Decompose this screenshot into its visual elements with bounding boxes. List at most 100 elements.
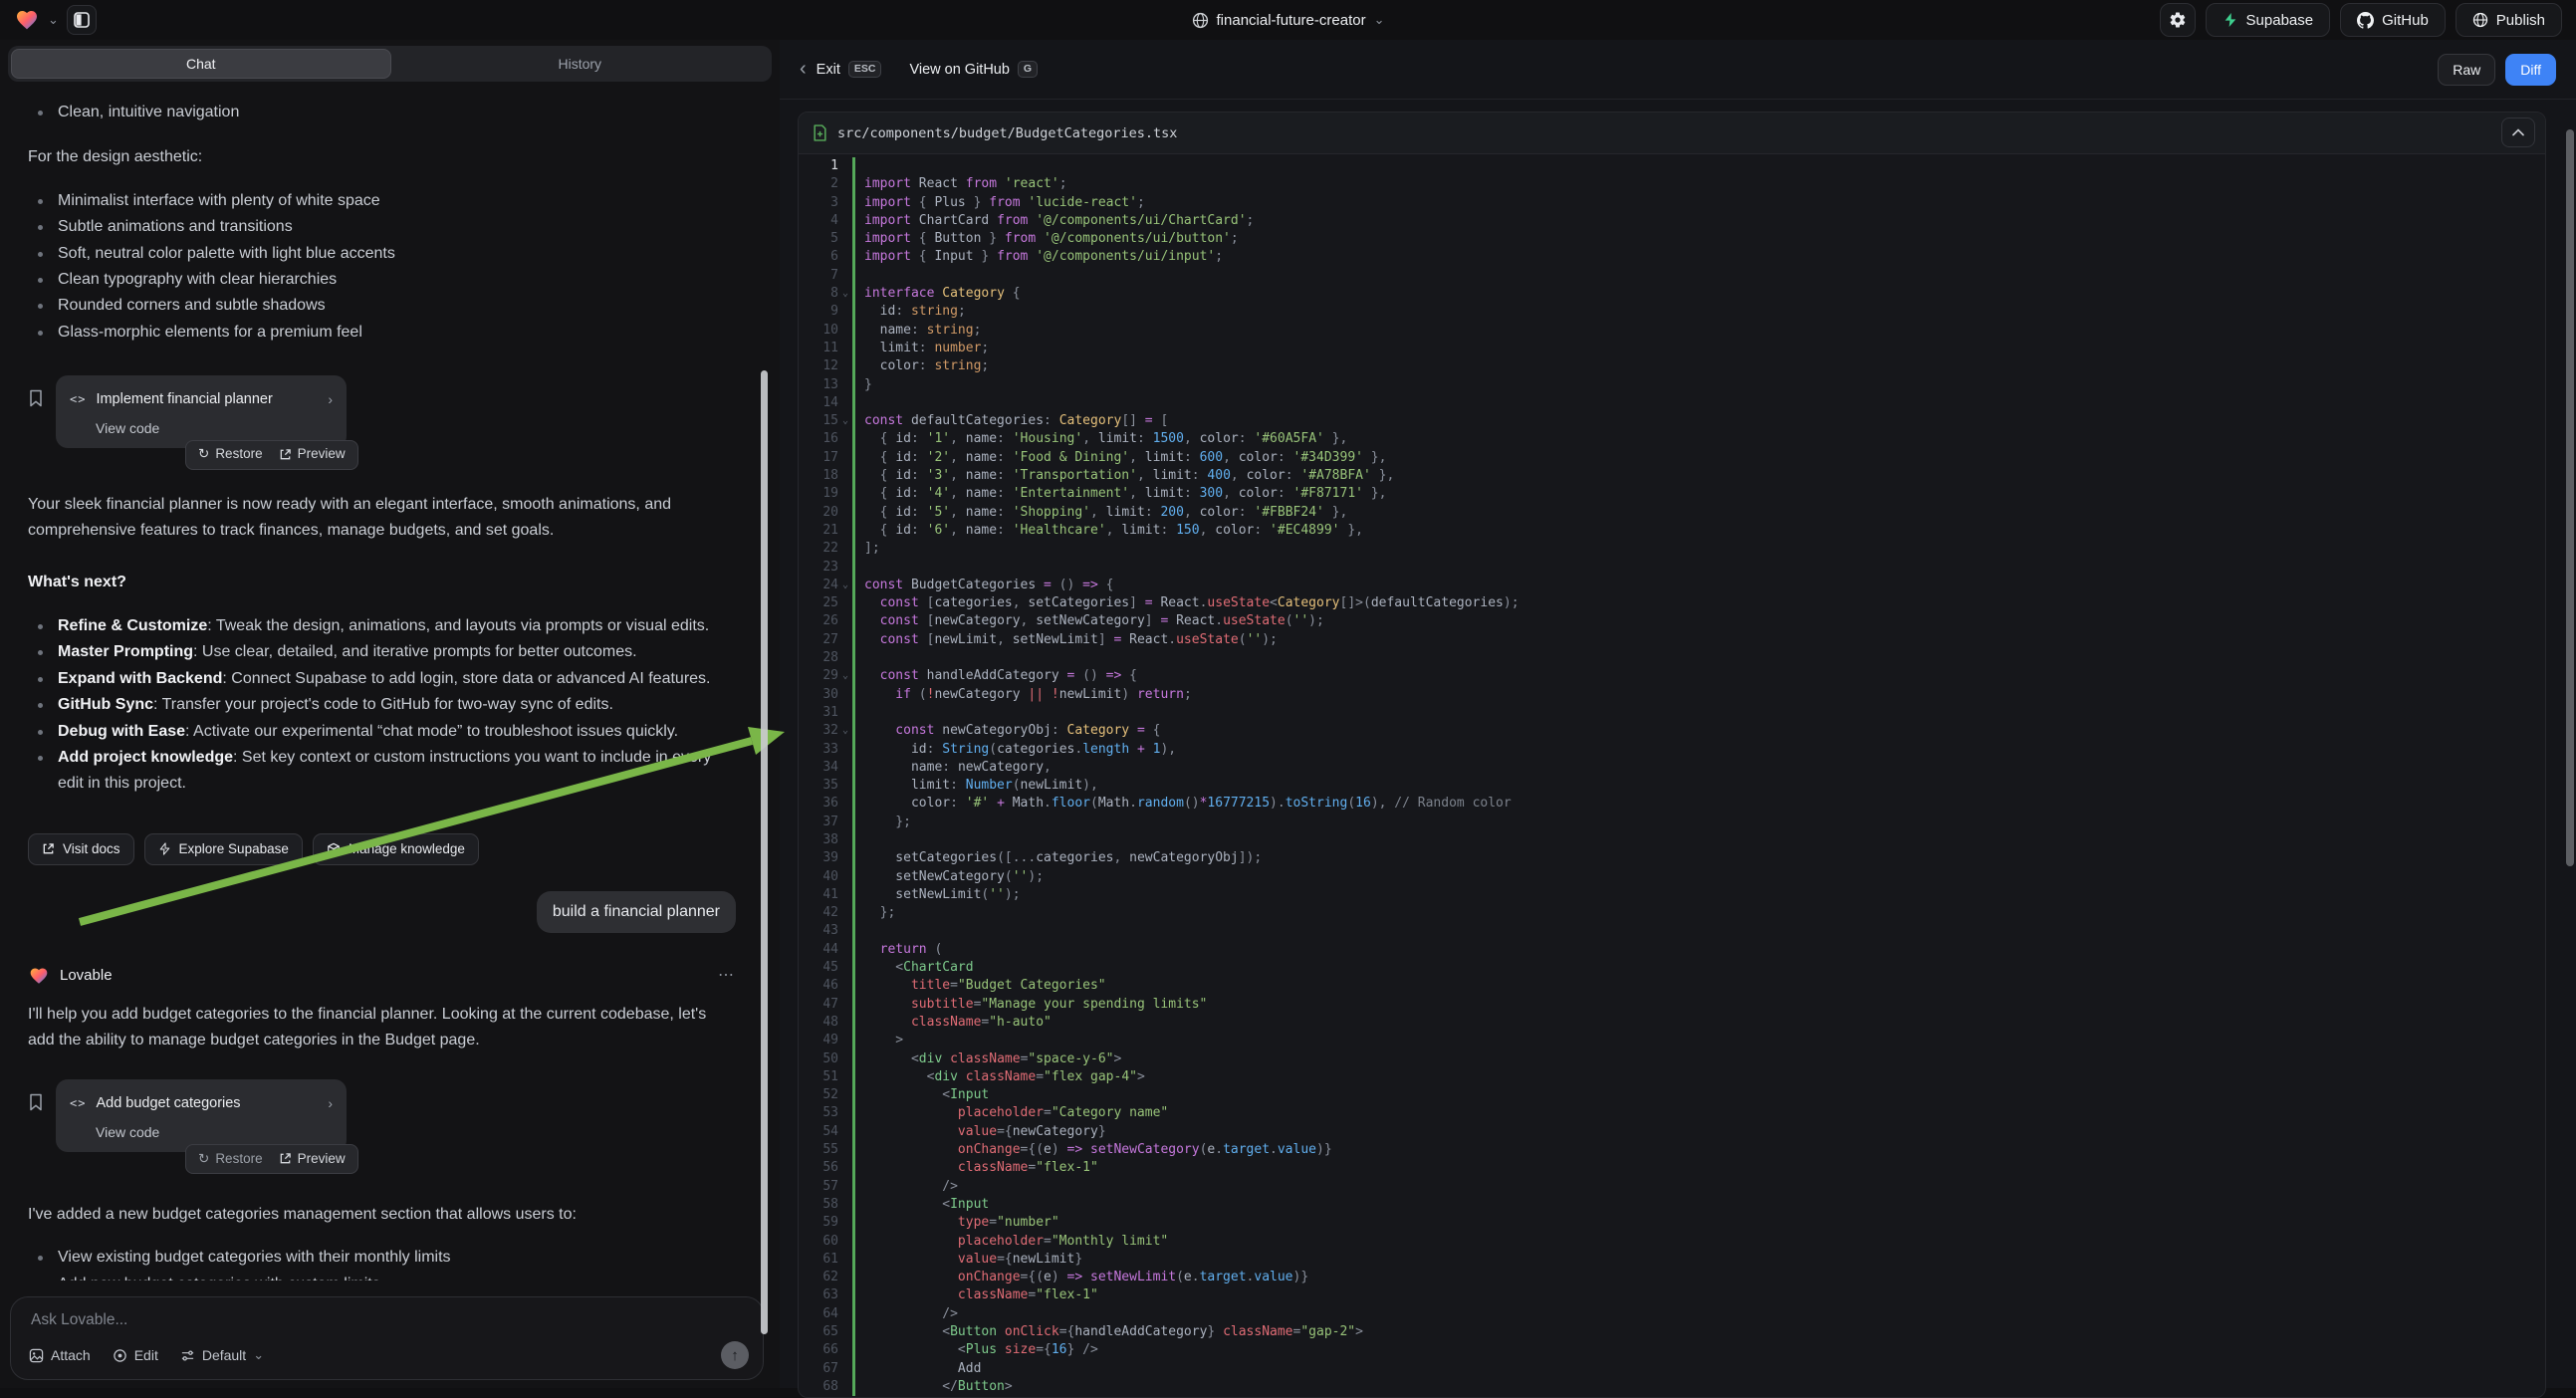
- code-line[interactable]: 55 onChange={(e) => setNewCategory(e.tar…: [799, 1141, 2545, 1159]
- code-line[interactable]: 68 </Button>: [799, 1378, 2545, 1396]
- code-line[interactable]: 3import { Plus } from 'lucide-react';: [799, 194, 2545, 212]
- code-line[interactable]: 64 />: [799, 1305, 2545, 1323]
- github-button[interactable]: GitHub: [2340, 3, 2446, 37]
- fold-chevron-icon[interactable]: ⌄: [838, 722, 852, 740]
- chat-composer[interactable]: Ask Lovable... Attach Edit: [10, 1296, 764, 1380]
- code-line[interactable]: 5import { Button } from '@/components/ui…: [799, 230, 2545, 248]
- code-line[interactable]: 66 <Plus size={16} />: [799, 1341, 2545, 1359]
- code-line[interactable]: 14: [799, 394, 2545, 412]
- code-line[interactable]: 58 <Input: [799, 1196, 2545, 1214]
- code-line[interactable]: 62 onChange={(e) => setNewLimit(e.target…: [799, 1269, 2545, 1286]
- code-line[interactable]: 57 />: [799, 1178, 2545, 1196]
- code-line[interactable]: 36 color: '#' + Math.floor(Math.random()…: [799, 795, 2545, 813]
- code-line[interactable]: 43: [799, 922, 2545, 940]
- chevron-down-icon[interactable]: ⌄: [48, 12, 59, 28]
- code-line[interactable]: 18 { id: '3', name: 'Transportation', li…: [799, 467, 2545, 485]
- bookmark-icon[interactable]: [28, 1093, 44, 1111]
- preview-button[interactable]: Preview: [279, 441, 346, 467]
- view-code-link[interactable]: View code: [96, 1123, 333, 1141]
- sidebar-toggle-button[interactable]: [67, 5, 97, 35]
- code-line[interactable]: 53 placeholder="Category name": [799, 1104, 2545, 1122]
- code-line[interactable]: 48 className="h-auto": [799, 1014, 2545, 1032]
- view-code-link[interactable]: View code: [96, 419, 333, 437]
- edit-button[interactable]: Edit: [113, 1347, 158, 1363]
- raw-toggle-button[interactable]: Raw: [2438, 54, 2495, 86]
- code-line[interactable]: 65 <Button onClick={handleAddCategory} c…: [799, 1323, 2545, 1341]
- view-on-github-button[interactable]: View on GitHub G: [909, 61, 1038, 78]
- code-line[interactable]: 47 subtitle="Manage your spending limits…: [799, 996, 2545, 1014]
- code-line[interactable]: 54 value={newCategory}: [799, 1123, 2545, 1141]
- fold-chevron-icon[interactable]: ⌄: [838, 577, 852, 594]
- publish-button[interactable]: Publish: [2456, 3, 2562, 37]
- tab-chat[interactable]: Chat: [11, 49, 391, 79]
- code-line[interactable]: 46 title="Budget Categories": [799, 977, 2545, 995]
- code-line[interactable]: 41 setNewLimit('');: [799, 886, 2545, 904]
- code-line[interactable]: 10 name: string;: [799, 322, 2545, 340]
- code-line[interactable]: 67 Add: [799, 1360, 2545, 1378]
- code-line[interactable]: 20 { id: '5', name: 'Shopping', limit: 2…: [799, 504, 2545, 522]
- code-line[interactable]: 2import React from 'react';: [799, 175, 2545, 193]
- code-scrollbar[interactable]: [2566, 129, 2574, 866]
- diff-toggle-button[interactable]: Diff: [2505, 54, 2556, 86]
- code-line[interactable]: 34 name: newCategory,: [799, 759, 2545, 777]
- code-line[interactable]: 51 <div className="flex gap-4">: [799, 1068, 2545, 1086]
- message-menu-button[interactable]: ⋯: [718, 963, 736, 989]
- tab-history[interactable]: History: [391, 49, 770, 79]
- code-line[interactable]: 49 >: [799, 1032, 2545, 1049]
- fold-chevron-icon[interactable]: ⌄: [838, 667, 852, 685]
- code-line[interactable]: 45 <ChartCard: [799, 959, 2545, 977]
- code-line[interactable]: 50 <div className="space-y-6">: [799, 1050, 2545, 1068]
- code-line[interactable]: 23: [799, 559, 2545, 577]
- code-line[interactable]: 16 { id: '1', name: 'Housing', limit: 15…: [799, 430, 2545, 448]
- code-line[interactable]: 63 className="flex-1": [799, 1286, 2545, 1304]
- visit-docs-button[interactable]: Visit docs: [28, 833, 134, 865]
- code-line[interactable]: 15⌄const defaultCategories: Category[] =…: [799, 412, 2545, 430]
- code-line[interactable]: 32⌄ const newCategoryObj: Category = {: [799, 722, 2545, 740]
- code-line[interactable]: 6import { Input } from '@/components/ui/…: [799, 248, 2545, 266]
- file-header[interactable]: src/components/budget/BudgetCategories.t…: [799, 113, 2545, 154]
- code-line[interactable]: 12 color: string;: [799, 357, 2545, 375]
- chat-scrollbar[interactable]: [761, 370, 768, 1334]
- code-line[interactable]: 4import ChartCard from '@/components/ui/…: [799, 212, 2545, 230]
- code-line[interactable]: 22];: [799, 540, 2545, 558]
- settings-button[interactable]: [2160, 3, 2196, 37]
- version-card-add-budget-categories[interactable]: <> Add budget categories › View code: [56, 1079, 347, 1151]
- code-line[interactable]: 25 const [categories, setCategories] = R…: [799, 594, 2545, 612]
- code-line[interactable]: 27 const [newLimit, setNewLimit] = React…: [799, 631, 2545, 649]
- lovable-logo-icon[interactable]: [14, 8, 40, 32]
- code-line[interactable]: 17 { id: '2', name: 'Food & Dining', lim…: [799, 449, 2545, 467]
- code-line[interactable]: 30 if (!newCategory || !newLimit) return…: [799, 686, 2545, 704]
- code-line[interactable]: 29⌄ const handleAddCategory = () => {: [799, 667, 2545, 685]
- code-line[interactable]: 9 id: string;: [799, 303, 2545, 321]
- code-line[interactable]: 40 setNewCategory('');: [799, 868, 2545, 886]
- restore-button[interactable]: ↻ Restore: [198, 1146, 263, 1172]
- code-lines[interactable]: 1 2import React from 'react';3import { P…: [799, 154, 2545, 1397]
- supabase-button[interactable]: Supabase: [2206, 3, 2331, 37]
- code-line[interactable]: 33 id: String(categories.length + 1),: [799, 741, 2545, 759]
- bookmark-icon[interactable]: [28, 389, 44, 407]
- code-line[interactable]: 52 <Input: [799, 1086, 2545, 1104]
- code-line[interactable]: 21 { id: '6', name: 'Healthcare', limit:…: [799, 522, 2545, 540]
- code-line[interactable]: 1: [799, 157, 2545, 175]
- code-line[interactable]: 8⌄interface Category {: [799, 285, 2545, 303]
- code-line[interactable]: 31: [799, 704, 2545, 722]
- code-line[interactable]: 11 limit: number;: [799, 340, 2545, 357]
- code-line[interactable]: 35 limit: Number(newLimit),: [799, 777, 2545, 795]
- code-line[interactable]: 39 setCategories([...categories, newCate…: [799, 849, 2545, 867]
- manage-knowledge-button[interactable]: Manage knowledge: [313, 833, 479, 865]
- explore-supabase-button[interactable]: Explore Supabase: [144, 833, 303, 865]
- code-line[interactable]: 60 placeholder="Monthly limit": [799, 1233, 2545, 1251]
- attach-button[interactable]: Attach: [29, 1347, 91, 1363]
- code-line[interactable]: 44 return (: [799, 941, 2545, 959]
- exit-button[interactable]: Exit ESC: [817, 61, 882, 78]
- restore-button[interactable]: ↻ Restore: [198, 441, 263, 467]
- fold-chevron-icon[interactable]: ⌄: [838, 412, 852, 430]
- code-line[interactable]: 13}: [799, 376, 2545, 394]
- code-line[interactable]: 37 };: [799, 814, 2545, 831]
- composer-input[interactable]: Ask Lovable...: [31, 1311, 745, 1329]
- code-line[interactable]: 26 const [newCategory, setNewCategory] =…: [799, 612, 2545, 630]
- code-line[interactable]: 61 value={newLimit}: [799, 1251, 2545, 1269]
- preview-button[interactable]: Preview: [279, 1146, 346, 1172]
- collapse-file-button[interactable]: [2501, 117, 2535, 147]
- project-switcher[interactable]: financial-future-creator ⌄: [1192, 0, 1385, 40]
